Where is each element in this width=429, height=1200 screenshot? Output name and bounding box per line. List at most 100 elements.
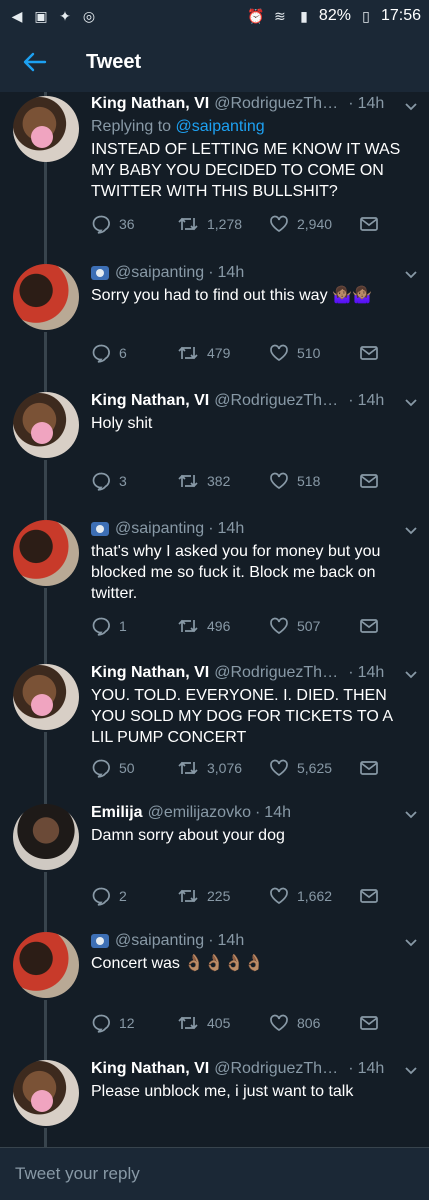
tweet-time: 14h xyxy=(217,932,245,949)
author-handle[interactable]: @emilijazovko xyxy=(148,803,251,823)
avatar[interactable] xyxy=(13,664,79,730)
dm-icon xyxy=(360,346,378,360)
retweet-button[interactable]: 3,076 xyxy=(177,757,269,779)
like-button[interactable]: 806 xyxy=(269,1012,359,1034)
conversation-thread[interactable]: King Nathan, VI @RodriguezThaG... · 14h … xyxy=(0,92,429,1147)
retweet-button[interactable]: 496 xyxy=(177,615,269,637)
retweet-button[interactable]: 382 xyxy=(177,470,269,492)
status-bar-system: ⏰ ≋ ▮ 82% ▯ 17:56 xyxy=(247,7,421,25)
dm-button[interactable] xyxy=(359,885,379,907)
author-name[interactable]: King Nathan, VI xyxy=(91,663,209,683)
reply-button[interactable]: 3 xyxy=(91,470,177,492)
avatar[interactable] xyxy=(13,1060,79,1126)
tweet-text: Holy shit xyxy=(91,415,153,432)
reply-count: 2 xyxy=(119,888,127,904)
retweet-button[interactable]: 405 xyxy=(177,1012,269,1034)
author-handle[interactable]: @RodriguezThaG... xyxy=(214,663,344,683)
tweet[interactable]: @saipanting · 14h Concert was 👌🏽👌🏽👌🏽👌🏽 1… xyxy=(0,930,429,1058)
reply-button[interactable]: 1 xyxy=(91,615,177,637)
chevron-down-icon[interactable] xyxy=(403,522,419,538)
dm-button[interactable] xyxy=(359,615,379,637)
thread-line xyxy=(44,588,47,662)
author-handle[interactable]: @saipanting xyxy=(115,519,204,539)
like-button[interactable]: 2,940 xyxy=(269,213,359,235)
avatar[interactable] xyxy=(13,392,79,458)
tweet[interactable]: @saipanting · 14h Sorry you had to find … xyxy=(0,262,429,390)
author-name[interactable]: King Nathan, VI xyxy=(91,1059,209,1079)
tweet[interactable]: @saipanting · 14h that's why I asked you… xyxy=(0,518,429,662)
thread-line xyxy=(44,460,47,518)
thread-line xyxy=(44,1000,47,1058)
dm-icon xyxy=(360,1016,378,1030)
dm-button[interactable] xyxy=(359,757,379,779)
retweet-button[interactable]: 1,278 xyxy=(177,213,269,235)
tweet[interactable]: King Nathan, VI @RodriguezThaG... · 14h … xyxy=(0,92,429,262)
avatar[interactable] xyxy=(13,264,79,330)
mention-link[interactable]: @saipanting xyxy=(176,118,265,135)
wifi-icon: ≋ xyxy=(274,8,286,24)
avatar[interactable] xyxy=(13,520,79,586)
retweet-icon xyxy=(178,761,198,775)
tweet[interactable]: King Nathan, VI @RodriguezThaG... · 14h … xyxy=(0,390,429,518)
reply-input[interactable] xyxy=(15,1164,395,1184)
like-count: 806 xyxy=(297,1015,321,1031)
reply-button[interactable]: 6 xyxy=(91,342,177,364)
reply-button[interactable]: 2 xyxy=(91,885,177,907)
back-button[interactable] xyxy=(0,32,70,92)
tweet-header: Emilija @emilijazovko · 14h xyxy=(91,803,291,823)
thread-line xyxy=(44,332,47,390)
chevron-down-icon[interactable] xyxy=(403,666,419,682)
like-count: 510 xyxy=(297,345,321,361)
chevron-down-icon[interactable] xyxy=(403,806,419,822)
avatar[interactable] xyxy=(13,804,79,870)
like-button[interactable]: 5,625 xyxy=(269,757,359,779)
reply-button[interactable]: 36 xyxy=(91,213,177,235)
author-name[interactable]: King Nathan, VI xyxy=(91,94,209,114)
like-count: 518 xyxy=(297,473,321,489)
instagram-icon: ◎ xyxy=(82,8,96,24)
author-name[interactable]: Emilija xyxy=(91,803,143,823)
reply-count: 6 xyxy=(119,345,127,361)
avatar[interactable] xyxy=(13,932,79,998)
dm-button[interactable] xyxy=(359,1012,379,1034)
author-handle[interactable]: @saipanting xyxy=(115,263,204,283)
dm-button[interactable] xyxy=(359,342,379,364)
tweet[interactable]: King Nathan, VI @RodriguezThaG... · 14h … xyxy=(0,1058,429,1147)
like-icon xyxy=(270,617,288,635)
dm-button[interactable] xyxy=(359,213,379,235)
lock-badge-icon xyxy=(91,266,109,280)
chevron-down-icon[interactable] xyxy=(403,266,419,282)
thread-line xyxy=(44,162,47,262)
author-handle[interactable]: @RodriguezThaG... xyxy=(214,1059,344,1079)
thread-line xyxy=(44,1128,47,1147)
tweet-header: King Nathan, VI @RodriguezThaG... · 14h xyxy=(91,94,385,114)
tweet[interactable]: Emilija @emilijazovko · 14h Damn sorry a… xyxy=(0,802,429,930)
chevron-down-icon[interactable] xyxy=(403,394,419,410)
author-name[interactable]: King Nathan, VI xyxy=(91,391,209,411)
like-count: 5,625 xyxy=(297,760,333,776)
retweet-button[interactable]: 479 xyxy=(177,342,269,364)
tweet-header: King Nathan, VI @RodriguezThaG... · 14h xyxy=(91,1059,385,1079)
chevron-down-icon[interactable] xyxy=(403,934,419,950)
tweet-actions: 12 405 806 xyxy=(91,1012,391,1034)
like-button[interactable]: 1,662 xyxy=(269,885,359,907)
like-button[interactable]: 507 xyxy=(269,615,359,637)
tweet[interactable]: King Nathan, VI @RodriguezThaG... · 14h … xyxy=(0,662,429,802)
tweet-time: 14h xyxy=(357,95,385,112)
author-handle[interactable]: @saipanting xyxy=(115,931,204,951)
tweet-text: YOU. TOLD. EVERYONE. I. DIED. THEN YOU S… xyxy=(91,687,393,746)
like-button[interactable]: 518 xyxy=(269,470,359,492)
like-button[interactable]: 510 xyxy=(269,342,359,364)
reply-button[interactable]: 50 xyxy=(91,757,177,779)
author-handle[interactable]: @RodriguezThaG... xyxy=(214,94,344,114)
retweet-button[interactable]: 225 xyxy=(177,885,269,907)
avatar[interactable] xyxy=(13,96,79,162)
dm-button[interactable] xyxy=(359,470,379,492)
retweet-count: 225 xyxy=(207,888,231,904)
chevron-down-icon[interactable] xyxy=(403,98,419,114)
reply-button[interactable]: 12 xyxy=(91,1012,177,1034)
author-handle[interactable]: @RodriguezThaG... xyxy=(214,391,344,411)
tweet-header: @saipanting · 14h xyxy=(91,931,417,951)
chevron-down-icon[interactable] xyxy=(403,1062,419,1078)
dm-icon xyxy=(360,889,378,903)
